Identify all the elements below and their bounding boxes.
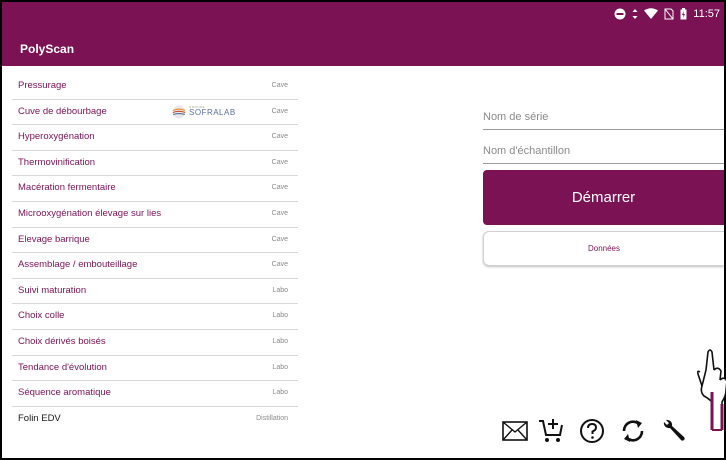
- list-item-name: Microoxygénation élevage sur lies: [18, 207, 162, 219]
- list-item-category: Labo: [272, 363, 288, 371]
- refresh-button[interactable]: [616, 414, 650, 448]
- wifi-icon: [644, 8, 659, 19]
- list-item-name: Choix dérivés boisés: [18, 335, 106, 347]
- list-item-category: Cave: [271, 261, 288, 269]
- logo-main-text: SOFRALAB: [189, 108, 236, 118]
- list-item-category: Cave: [271, 235, 288, 243]
- mail-button[interactable]: [498, 414, 532, 448]
- list-item-category: Cave: [271, 209, 288, 217]
- list-item[interactable]: Cuve de débourbage GROUPE SOFRALAB Cave: [12, 100, 298, 126]
- list-item-category: Labo: [272, 389, 288, 397]
- series-name-field[interactable]: Nom de série: [483, 108, 724, 130]
- settings-button[interactable]: [656, 414, 690, 448]
- list-item-name: Assemblage / embouteillage: [18, 259, 138, 271]
- list-item-name: Macération fermentaire: [18, 182, 116, 194]
- list-item-name: Choix colle: [18, 310, 65, 322]
- pointing-hand-icon: [696, 349, 726, 431]
- sample-name-field[interactable]: Nom d'échantillon: [483, 142, 724, 164]
- list-item[interactable]: Macération fermentaire Cave: [12, 176, 298, 202]
- list-item-category: Distillation: [256, 414, 288, 422]
- list-item-category: Labo: [272, 286, 288, 294]
- help-button[interactable]: [575, 414, 609, 448]
- list-item-name: Thermovinification: [18, 156, 96, 168]
- list-item-category: Cave: [271, 158, 288, 166]
- no-sim-icon: [664, 8, 674, 20]
- status-bar: 11:57: [2, 2, 724, 32]
- list-item[interactable]: Pressurage Cave: [12, 74, 298, 100]
- status-time: 11:57: [693, 8, 720, 20]
- list-item-category: Labo: [272, 337, 288, 345]
- do-not-disturb-icon: [614, 8, 626, 20]
- sofralab-logo: GROUPE SOFRALAB: [172, 105, 236, 119]
- list-item[interactable]: Folin EDV Distillation: [12, 407, 298, 433]
- list-item[interactable]: Suivi maturation Labo: [12, 279, 298, 305]
- add-to-cart-button[interactable]: [534, 414, 568, 448]
- list-item[interactable]: Microoxygénation élevage sur lies Cave: [12, 202, 298, 228]
- wrench-icon: [663, 419, 685, 441]
- list-item-name: Suivi maturation: [18, 284, 87, 296]
- list-item-name: Folin EDV: [18, 412, 61, 424]
- list-item-category: Cave: [271, 107, 288, 115]
- list-item[interactable]: Tendance d'évolution Labo: [12, 356, 298, 382]
- data-button[interactable]: Données: [483, 231, 724, 266]
- list-item[interactable]: Elevage barrique Cave: [12, 228, 298, 254]
- list-item-category: Labo: [272, 312, 288, 320]
- list-item[interactable]: Hyperoxygénation Cave: [12, 125, 298, 151]
- list-item[interactable]: Séquence aromatique Labo: [12, 381, 298, 407]
- list-item[interactable]: Choix dérivés boisés Labo: [12, 330, 298, 356]
- list-item-name: Elevage barrique: [18, 233, 90, 245]
- list-item[interactable]: Assemblage / embouteillage Cave: [12, 253, 298, 279]
- list-item-name: Tendance d'évolution: [18, 361, 107, 373]
- list-item[interactable]: Choix colle Labo: [12, 304, 298, 330]
- sofralab-logo-icon: [172, 105, 186, 119]
- protocol-list: Pressurage Cave Cuve de débourbage GROUPE…: [12, 74, 298, 432]
- mail-icon: [502, 421, 528, 441]
- list-item-name: Pressurage: [18, 80, 67, 91]
- app-title: PolyScan: [20, 42, 75, 56]
- list-item-category: Cave: [271, 82, 288, 89]
- battery-icon: [680, 8, 687, 20]
- list-item-name: Hyperoxygénation: [18, 131, 95, 143]
- start-button[interactable]: Démarrer: [483, 170, 724, 225]
- list-item-name: Cuve de débourbage: [18, 105, 107, 117]
- data-arrows-icon: [632, 9, 638, 19]
- cart-add-icon: [539, 419, 563, 442]
- app-bar: PolyScan: [2, 32, 724, 66]
- help-icon: [580, 419, 604, 443]
- list-item-category: Cave: [271, 133, 288, 141]
- refresh-icon: [622, 420, 644, 442]
- list-item[interactable]: Thermovinification Cave: [12, 151, 298, 177]
- list-item-category: Cave: [271, 184, 288, 192]
- list-item-name: Séquence aromatique: [18, 387, 111, 399]
- status-icons: 11:57: [614, 8, 720, 20]
